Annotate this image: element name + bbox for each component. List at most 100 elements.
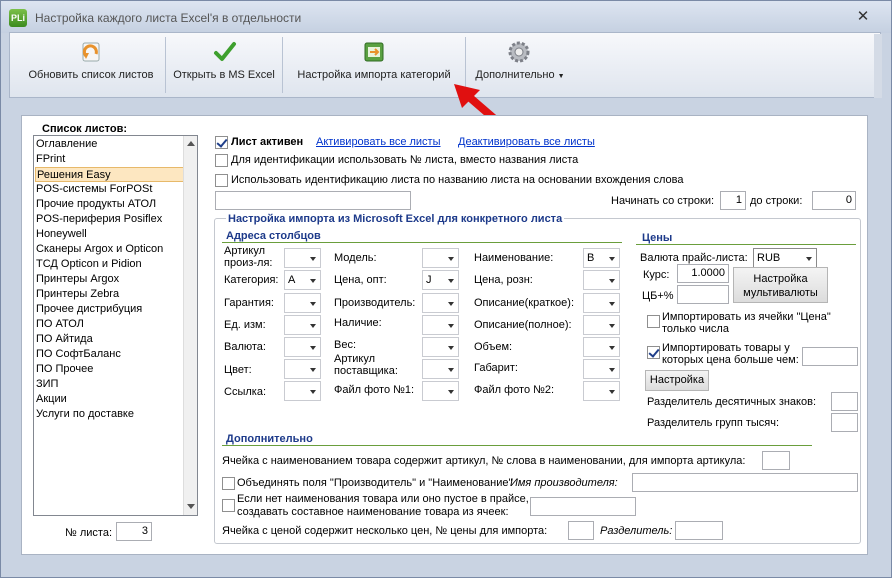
- retail-price-column-select[interactable]: [583, 270, 620, 290]
- sheet-number-input[interactable]: 3: [116, 522, 152, 541]
- list-item[interactable]: Сканеры Argox и Opticon: [36, 242, 163, 257]
- field-label: Цена, опт:: [334, 274, 387, 286]
- short-description-column-select[interactable]: [583, 293, 620, 313]
- list-item[interactable]: ПО СофтБаланс: [36, 347, 121, 362]
- composite-name-checkbox[interactable]: [222, 499, 235, 512]
- sheet-active-checkbox[interactable]: [215, 136, 228, 149]
- list-item[interactable]: Услуги по доставке: [36, 407, 134, 422]
- currency-column-select[interactable]: [284, 337, 321, 357]
- list-item[interactable]: POS-периферия Posiflex: [36, 212, 162, 227]
- field-label: Файл фото №2:: [474, 384, 555, 396]
- use-occurrence-checkbox[interactable]: [215, 174, 228, 187]
- open-excel-button[interactable]: Открыть в MS Excel: [168, 33, 280, 97]
- field-label: Ед. изм:: [224, 319, 266, 331]
- deactivate-all-link[interactable]: Деактивировать все листы: [458, 136, 595, 148]
- name-column-select[interactable]: B: [583, 248, 620, 268]
- more-label: Дополнительно ▼: [475, 69, 565, 81]
- dimensions-column-select[interactable]: [583, 359, 620, 379]
- unit-column-select[interactable]: [284, 315, 321, 335]
- composite-name-input[interactable]: [530, 497, 636, 516]
- article-column-select[interactable]: [284, 248, 321, 268]
- volume-column-select[interactable]: [583, 337, 620, 357]
- sheet-list[interactable]: Оглавление FPrint Решения Easy POS-систе…: [33, 135, 198, 516]
- category-column-select[interactable]: A: [284, 270, 321, 290]
- field-label: Цена, розн:: [474, 274, 533, 286]
- model-column-select[interactable]: [422, 248, 459, 268]
- link-column-select[interactable]: [284, 381, 321, 401]
- field-label: Объем:: [474, 341, 513, 353]
- activate-all-link[interactable]: Активировать все листы: [316, 136, 441, 148]
- sheet-list-scrollbar[interactable]: [183, 136, 197, 515]
- app-logo-icon: PLi: [9, 9, 27, 27]
- group-separator-input[interactable]: [831, 413, 858, 432]
- decimal-separator-input[interactable]: [831, 392, 858, 411]
- list-item[interactable]: ТСД Opticon и Pidion: [36, 257, 142, 272]
- toolbar-divider: [282, 37, 283, 93]
- composite-name-label: Если нет наименования товара или оно пус…: [237, 493, 529, 518]
- list-item[interactable]: Прочие продукты АТОЛ: [36, 197, 156, 212]
- manufacturer-name-input[interactable]: [632, 473, 858, 492]
- list-item[interactable]: ПО Айтида: [36, 332, 93, 347]
- cb-percent-label: ЦБ+%: [642, 290, 674, 302]
- field-label: Наименование:: [474, 252, 554, 264]
- scroll-down-icon[interactable]: [187, 504, 195, 509]
- photo1-column-select[interactable]: [422, 381, 459, 401]
- import-numbers-checkbox[interactable]: [647, 315, 660, 328]
- list-item[interactable]: Прочее дистрибуция: [36, 302, 142, 317]
- occurrence-word-input[interactable]: [215, 191, 411, 210]
- scroll-up-icon[interactable]: [187, 141, 195, 146]
- separator-input[interactable]: [675, 521, 723, 540]
- cb-percent-input[interactable]: [677, 285, 729, 304]
- field-label: Ссылка:: [224, 386, 266, 398]
- warranty-column-select[interactable]: [284, 293, 321, 313]
- price-settings-button[interactable]: Настройка: [645, 370, 709, 391]
- columns-section-title: Адреса столбцов: [226, 230, 321, 242]
- weight-column-select[interactable]: [422, 337, 459, 357]
- gear-icon: [508, 41, 530, 63]
- manufacturer-column-select[interactable]: [422, 293, 459, 313]
- full-description-column-select[interactable]: [583, 315, 620, 335]
- stock-column-select[interactable]: [422, 315, 459, 335]
- toolbar-scrollbar[interactable]: [874, 34, 882, 98]
- start-row-input[interactable]: 1: [720, 191, 746, 210]
- manufacturer-name-label: Имя производителя:: [510, 477, 618, 489]
- use-sheet-number-checkbox[interactable]: [215, 154, 228, 167]
- close-button[interactable]: ✕: [853, 9, 873, 25]
- currency-select[interactable]: RUB: [753, 248, 817, 268]
- photo2-column-select[interactable]: [583, 381, 620, 401]
- list-item[interactable]: Honeywell: [36, 227, 87, 242]
- prices-section-title: Цены: [642, 232, 673, 244]
- list-item[interactable]: FPrint: [36, 152, 65, 167]
- list-item[interactable]: Принтеры Zebra: [36, 287, 119, 302]
- list-item[interactable]: ПО АТОЛ: [36, 317, 84, 332]
- refresh-sheets-button[interactable]: Обновить список листов: [16, 33, 166, 97]
- merge-fields-checkbox[interactable]: [222, 477, 235, 490]
- refresh-sheets-label: Обновить список листов: [28, 69, 154, 81]
- import-numbers-label: Импортировать из ячейки "Цена" только чи…: [662, 311, 831, 335]
- field-label: Артикул произ-ля:: [224, 245, 273, 269]
- checkmark-icon: [214, 42, 236, 61]
- toolbar: Обновить список листов Открыть в MS Exce…: [9, 32, 881, 98]
- multi-price-label: Ячейка с ценой содержит несколько цен, №…: [222, 525, 548, 537]
- list-item[interactable]: Оглавление: [36, 137, 97, 152]
- list-item[interactable]: Принтеры Argox: [36, 272, 119, 287]
- rate-input[interactable]: 1.0000: [677, 264, 729, 283]
- list-item[interactable]: Акции: [36, 392, 67, 407]
- list-item-selected[interactable]: Решения Easy: [35, 167, 184, 182]
- min-price-input[interactable]: [802, 347, 858, 366]
- list-item[interactable]: ЗИП: [36, 377, 58, 392]
- multi-price-number-input[interactable]: [568, 521, 594, 540]
- list-item[interactable]: POS-системы ForPOSt: [36, 182, 152, 197]
- import-categories-button[interactable]: Настройка импорта категорий: [285, 33, 463, 97]
- separator-label: Разделитель:: [600, 525, 673, 537]
- color-column-select[interactable]: [284, 359, 321, 379]
- field-label: Габарит:: [474, 362, 518, 374]
- article-word-number-input[interactable]: [762, 451, 790, 470]
- supplier-article-column-select[interactable]: [422, 359, 459, 379]
- list-item[interactable]: ПО Прочее: [36, 362, 93, 377]
- end-row-input[interactable]: 0: [812, 191, 856, 210]
- title-bar: PLi Настройка каждого листа Excel'я в от…: [1, 1, 891, 33]
- wholesale-price-column-select[interactable]: J: [422, 270, 459, 290]
- import-greater-checkbox[interactable]: [647, 346, 660, 359]
- multicurrency-button[interactable]: Настройка мультивалюты: [733, 267, 828, 303]
